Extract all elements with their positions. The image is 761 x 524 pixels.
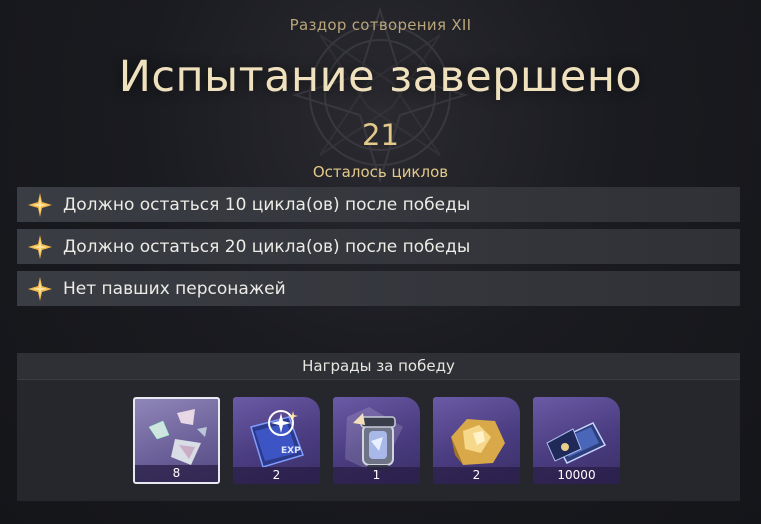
reward-count: 8 xyxy=(135,465,218,482)
rewards-panel: Награды за победу 8 EXP 2 1 2 10000 xyxy=(17,353,740,501)
reward-item-shards[interactable]: 8 xyxy=(133,397,220,484)
star-icon xyxy=(28,234,52,259)
condition-row: Должно остаться 10 цикла(ов) после побед… xyxy=(17,187,740,222)
cycles-remaining-value: 21 xyxy=(362,118,399,152)
rewards-title: Награды за победу xyxy=(17,353,740,379)
reward-count: 2 xyxy=(233,467,320,484)
svg-text:EXP: EXP xyxy=(281,446,301,456)
star-icon xyxy=(28,192,52,217)
reward-item-credits[interactable]: 10000 xyxy=(533,397,620,484)
divider xyxy=(17,379,740,380)
cycles-remaining-label: Осталось циклов xyxy=(312,163,449,181)
page-title: Испытание завершено xyxy=(118,52,643,102)
stage-subtitle: Раздор сотворения XII xyxy=(289,16,472,34)
reward-count: 10000 xyxy=(533,467,620,484)
reward-item-ore[interactable]: 2 xyxy=(433,397,520,484)
reward-item-book[interactable]: EXP 2 xyxy=(233,397,320,484)
reward-count: 1 xyxy=(333,467,420,484)
condition-text: Должно остаться 10 цикла(ов) после побед… xyxy=(63,194,471,215)
condition-row: Должно остаться 20 цикла(ов) после побед… xyxy=(17,229,740,264)
reward-count: 2 xyxy=(433,467,520,484)
condition-text: Должно остаться 20 цикла(ов) после побед… xyxy=(63,236,471,257)
condition-text: Нет павших персонажей xyxy=(63,278,286,299)
reward-item-lantern[interactable]: 1 xyxy=(333,397,420,484)
star-icon xyxy=(28,276,52,301)
condition-row: Нет павших персонажей xyxy=(17,271,740,306)
